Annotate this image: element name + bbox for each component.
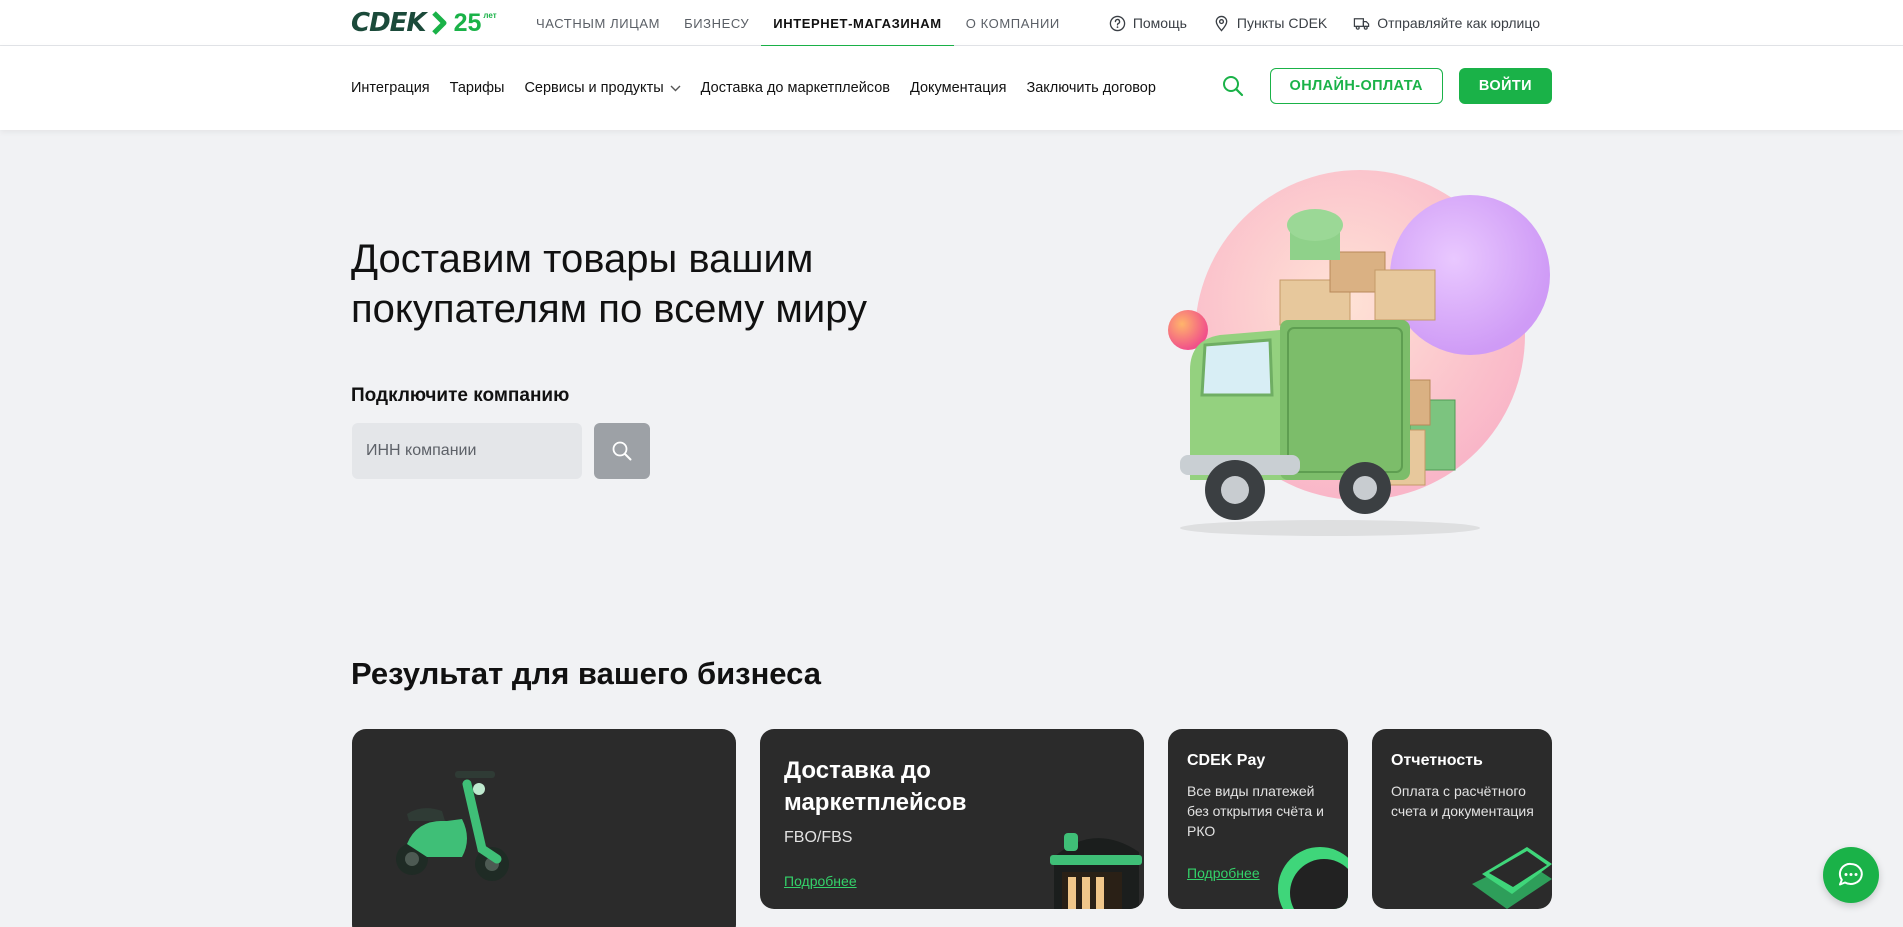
- card-marketplaces-subtitle: FBO/FBS: [784, 829, 853, 846]
- card-reporting-text: Оплата с расчётного счета и документация: [1391, 783, 1534, 819]
- nav-services-dropdown[interactable]: Сервисы и продукты: [524, 80, 681, 96]
- search-icon: [1222, 76, 1243, 97]
- nav-integration[interactable]: Интеграция: [351, 80, 430, 96]
- card-marketplaces-link[interactable]: Подробнее: [784, 873, 857, 889]
- card-courier[interactable]: [352, 729, 736, 927]
- logo-brand: CDEK: [351, 8, 427, 38]
- audience-nav: ЧАСТНЫМ ЛИЦАМ БИЗНЕСУ ИНТЕРНЕТ-МАГАЗИНАМ…: [524, 0, 1072, 47]
- logo-years: 25: [453, 9, 482, 37]
- card-cdek-pay[interactable]: CDEK Pay Все виды платежей без открытия …: [1168, 729, 1348, 909]
- inn-search-button[interactable]: [594, 423, 650, 479]
- section-title: Результат для вашего бизнеса: [351, 656, 821, 691]
- hero-title: Доставим товары вашим покупателям по все…: [351, 237, 868, 331]
- points-link[interactable]: Пункты CDEK: [1213, 15, 1327, 32]
- card-pay-title: CDEK Pay: [1187, 752, 1266, 769]
- points-label: Пункты CDEK: [1236, 15, 1328, 31]
- truck-icon: [1354, 17, 1370, 30]
- top-nav-private[interactable]: ЧАСТНЫМ ЛИЦАМ: [524, 0, 672, 46]
- phone-cash-illustration: [1472, 847, 1552, 909]
- location-pin-icon: [1215, 15, 1228, 32]
- legal-entity-link[interactable]: Отправляйте как юрлицо: [1353, 15, 1540, 32]
- hero-subtitle: Подключите компанию: [351, 385, 570, 406]
- main-nav: Интеграция Тарифы Сервисы и продукты Дос…: [351, 46, 1156, 130]
- storefront-illustration: [1050, 833, 1142, 909]
- question-circle-icon: [1109, 15, 1126, 31]
- card-pay-link[interactable]: Подробнее: [1187, 865, 1260, 881]
- scooter-illustration: [396, 771, 509, 881]
- nav-contract[interactable]: Заключить договор: [1026, 80, 1155, 96]
- chat-bubble-icon: [1838, 862, 1863, 886]
- top-nav-business[interactable]: БИЗНЕСУ: [672, 0, 761, 46]
- inn-input[interactable]: [352, 423, 582, 479]
- nav-tariffs[interactable]: Тарифы: [450, 80, 505, 96]
- card-marketplaces[interactable]: Доставка до маркетплейсов FBO/FBS Подроб…: [760, 729, 1144, 909]
- header-actions: ОНЛАЙН-ОПЛАТА ВОЙТИ: [1220, 68, 1552, 104]
- logo-years-unit: лет: [483, 11, 497, 20]
- coin-illustration: [1278, 847, 1348, 909]
- nav-docs[interactable]: Документация: [910, 80, 1006, 96]
- card-marketplaces-title: Доставка до маркетплейсов: [784, 757, 967, 816]
- card-reporting[interactable]: Отчетность Оплата с расчётного счета и д…: [1372, 729, 1552, 909]
- nav-services-label: Сервисы и продукты: [524, 80, 664, 96]
- utility-links: Помощь Пункты CDEK Отправляйте как юрлиц…: [1109, 0, 1540, 46]
- chevron-down-icon: [670, 85, 681, 91]
- top-nav-ecommerce[interactable]: ИНТЕРНЕТ-МАГАЗИНАМ: [761, 0, 955, 47]
- top-bar: CDEK 25 лет ЧАСТНЫМ ЛИЦАМ БИЗНЕСУ ИНТЕРН…: [0, 0, 1903, 47]
- help-label: Помощь: [1132, 15, 1187, 31]
- help-link[interactable]: Помощь: [1109, 15, 1187, 32]
- card-reporting-title: Отчетность: [1391, 752, 1483, 769]
- chat-button[interactable]: [1823, 847, 1879, 903]
- main-header: Интеграция Тарифы Сервисы и продукты Дос…: [0, 46, 1903, 130]
- card-pay-text: Все виды платежей без открытия счёта и Р…: [1187, 783, 1324, 839]
- search-icon: [612, 441, 632, 461]
- nav-marketplaces[interactable]: Доставка до маркетплейсов: [701, 80, 890, 96]
- legal-entity-label: Отправляйте как юрлицо: [1377, 15, 1540, 31]
- logo-chevron-icon: [431, 11, 447, 35]
- delivery-truck-illustration: [1168, 170, 1550, 536]
- header-search-button[interactable]: [1220, 73, 1246, 99]
- online-payment-button[interactable]: ОНЛАЙН-ОПЛАТА: [1269, 68, 1443, 104]
- login-button[interactable]: ВОЙТИ: [1458, 68, 1552, 104]
- top-nav-about[interactable]: О КОМПАНИИ: [954, 0, 1072, 46]
- cdek-logo[interactable]: CDEK 25 лет: [351, 10, 497, 36]
